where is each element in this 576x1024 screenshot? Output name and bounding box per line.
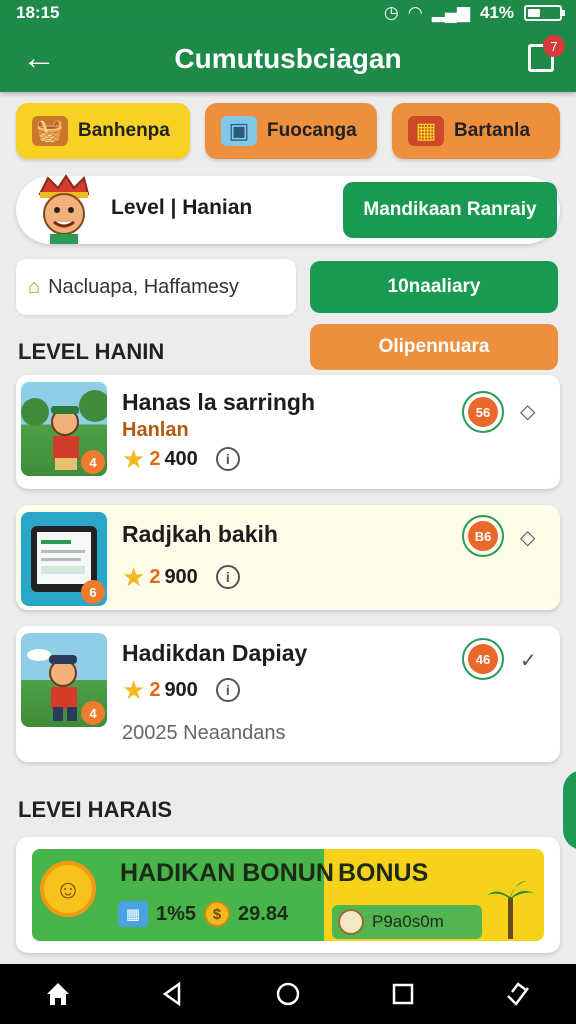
item-number: 4 xyxy=(81,701,105,725)
location-value: Nacluapa, Haffamesy xyxy=(48,275,239,298)
item-badge: B6 xyxy=(462,515,504,557)
item-thumbnail: 4 xyxy=(21,382,107,476)
floating-action-button[interactable] xyxy=(563,770,576,850)
bucket-icon: ▣ xyxy=(221,116,257,146)
badge-value: 46 xyxy=(468,644,498,674)
section-heading: LEVEL HANIN xyxy=(18,339,165,364)
sun-icon: ☺ xyxy=(40,861,96,917)
palm-tree-icon xyxy=(488,881,534,939)
info-icon[interactable]: i xyxy=(215,565,240,589)
badge-value: 56 xyxy=(468,397,498,427)
share-icon[interactable]: 7 xyxy=(528,35,565,72)
assist-nav-icon[interactable] xyxy=(498,974,538,1014)
location-field[interactable]: ⌂ Nacluapa, Haffamesy xyxy=(16,259,296,315)
battery-level xyxy=(528,9,540,17)
green-action-button[interactable]: 10naaliary xyxy=(310,261,558,313)
diamond-icon[interactable]: ◇ xyxy=(520,399,535,424)
item-number: 6 xyxy=(81,580,105,604)
notification-badge: 7 xyxy=(543,35,565,57)
info-icon[interactable]: i xyxy=(215,447,240,471)
alarm-icon: ◷ xyxy=(383,3,399,22)
pill-label: P9a0s0m xyxy=(372,912,444,931)
item-number: 4 xyxy=(81,450,105,474)
category-button-2[interactable]: ▣ Fuocanga xyxy=(205,103,377,159)
star-icon: ★ xyxy=(122,675,146,705)
navigation-bar xyxy=(0,964,576,1024)
star-value: 2 xyxy=(149,447,161,470)
diamond-icon[interactable]: ◇ xyxy=(520,525,535,550)
app-bar: ← Cumutusbciagan 7 xyxy=(0,26,576,92)
item-title: Radjkah bakih xyxy=(122,521,278,547)
points-value: 900 xyxy=(164,565,198,588)
points-value: 900 xyxy=(164,678,198,701)
recents-nav-icon[interactable] xyxy=(383,974,423,1014)
bonus-stats: ▦ 1%5 $ 29.84 xyxy=(118,901,288,927)
list-item[interactable]: 4 Hadikdan Dapiay ★ 2 900 i 20025 Neaand… xyxy=(16,626,560,762)
item-badge: 56 xyxy=(462,391,504,433)
gift-icon: ▦ xyxy=(118,901,148,927)
info-icon[interactable]: i xyxy=(215,678,240,702)
gift-box-icon: ▦ xyxy=(408,116,444,146)
battery-percent: 41% xyxy=(479,3,514,22)
home-nav-icon[interactable] xyxy=(38,974,78,1014)
category-label: Bartanla xyxy=(454,120,531,141)
back-nav-icon[interactable] xyxy=(153,974,193,1014)
category-button-1[interactable]: 🧺 Banhenpa xyxy=(16,103,190,159)
item-subtitle: Hanlan xyxy=(122,419,189,441)
home-icon: ⌂ xyxy=(28,275,41,298)
status-time: 18:15 xyxy=(16,3,60,22)
item-points: ★ 2 900 i xyxy=(122,675,240,705)
star-icon: ★ xyxy=(122,444,146,474)
status-bar: 18:15 ◷ ◠ ▂▄▆ 41% xyxy=(0,0,576,26)
battery-icon xyxy=(524,5,565,21)
item-thumbnail: 6 xyxy=(21,512,107,606)
item-thumbnail: 4 xyxy=(21,633,107,727)
section-heading: LEVEI HARAIS xyxy=(18,797,173,822)
level-action-button[interactable]: Mandikaan Ranraiy xyxy=(343,182,557,238)
item-title: Hadikdan Dapiay xyxy=(122,640,308,666)
level-label: Level | Hanian xyxy=(111,196,253,219)
ball-icon xyxy=(338,909,364,935)
category-label: Fuocanga xyxy=(267,120,357,141)
bonus-title-right: BONUS xyxy=(338,859,429,887)
status-icons: ◷ ◠ ▂▄▆ 41% xyxy=(383,3,565,23)
bonus-pill[interactable]: P9a0s0m xyxy=(332,905,482,939)
list-item[interactable]: 6 Radjkah bakih ★ 2 900 i B6 ◇ xyxy=(16,505,560,610)
item-badge: 46 xyxy=(462,638,504,680)
category-label: Banhenpa xyxy=(78,120,170,141)
bonus-card[interactable]: ☺ HADIKAN BONUN BONUS ▦ 1%5 $ 29.84 P9a0… xyxy=(16,837,560,953)
item-points: ★ 2 400 i xyxy=(122,444,240,474)
coin-icon: $ xyxy=(204,901,231,927)
basket-icon: 🧺 xyxy=(32,116,68,146)
category-button-3[interactable]: ▦ Bartanla xyxy=(392,103,560,159)
level-card: Level | Hanian Mandikaan Ranraiy xyxy=(16,174,560,244)
item-points: ★ 2 900 i xyxy=(122,562,240,592)
wifi-icon: ◠ xyxy=(408,3,422,22)
item-date: 20025 Neaandans xyxy=(122,722,286,744)
bonus-coins: 29.84 xyxy=(238,902,289,925)
points-value: 400 xyxy=(164,447,198,470)
home-circle-nav-icon[interactable] xyxy=(268,974,308,1014)
badge-value: B6 xyxy=(468,521,498,551)
bonus-banner[interactable]: ☺ HADIKAN BONUN BONUS ▦ 1%5 $ 29.84 P9a0… xyxy=(32,849,544,941)
page-title: Cumutusbciagan xyxy=(174,43,402,74)
star-icon: ★ xyxy=(122,562,146,592)
character-avatar xyxy=(38,174,90,244)
list-item[interactable]: 4 Hanas la sarringh Hanlan ★ 2 400 i 56 … xyxy=(16,375,560,489)
signal-icon: ▂▄▆ xyxy=(431,3,470,22)
check-icon[interactable]: ✓ xyxy=(520,648,537,673)
bonus-title-left: HADIKAN BONUN xyxy=(120,859,334,887)
star-value: 2 xyxy=(149,678,161,701)
item-title: Hanas la sarringh xyxy=(122,389,316,415)
back-arrow-icon[interactable]: ← xyxy=(22,38,56,78)
star-value: 2 xyxy=(149,565,161,588)
orange-action-button[interactable]: Olipennuara xyxy=(310,324,558,370)
bonus-count: 1%5 xyxy=(156,902,197,925)
